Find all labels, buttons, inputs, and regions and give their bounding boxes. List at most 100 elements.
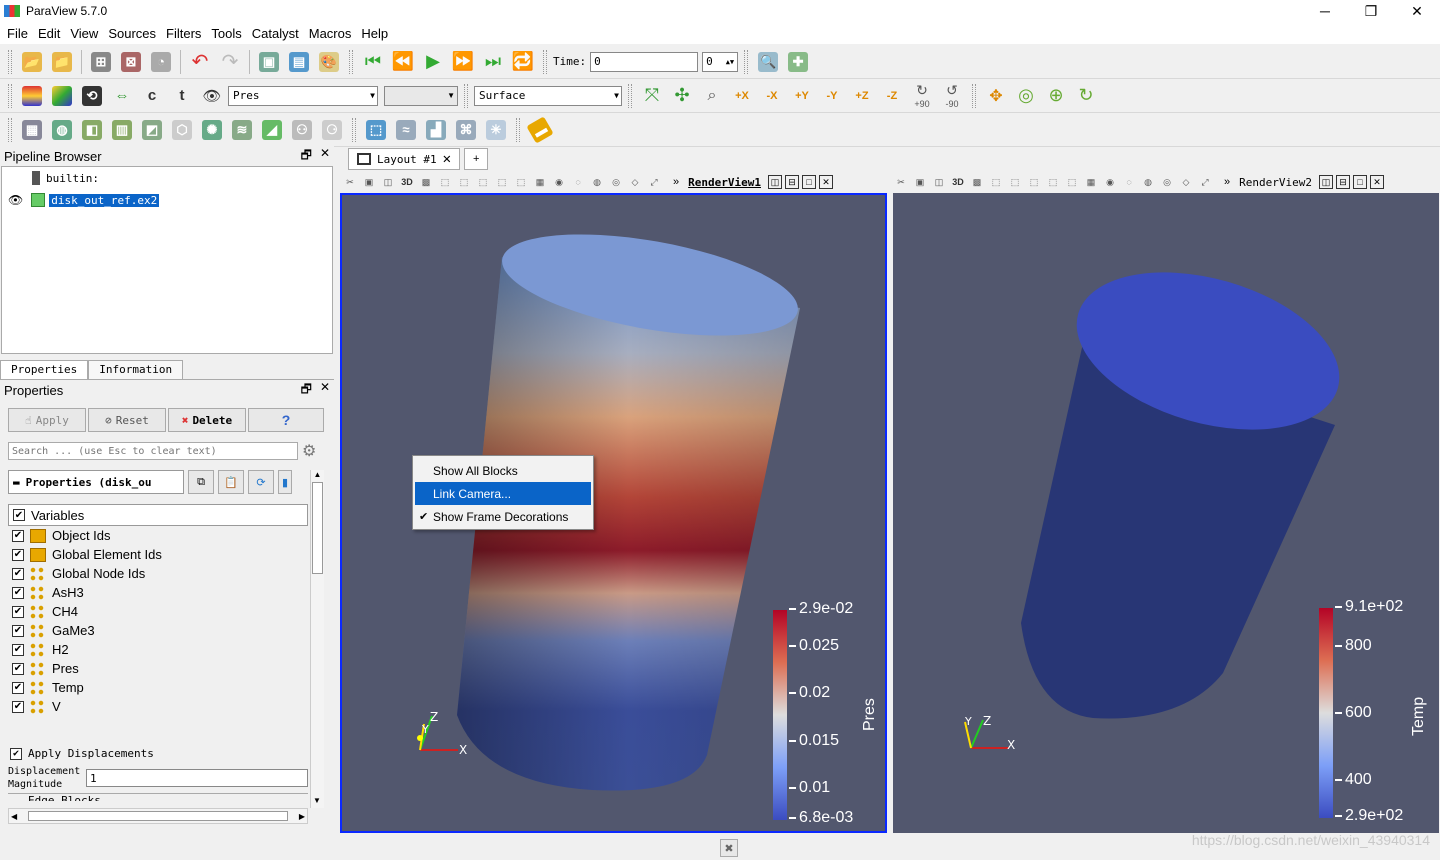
select-cells-icon[interactable]: ⬚ <box>362 116 390 144</box>
rescale-custom-icon[interactable]: ⇔ <box>108 82 136 110</box>
color-array-select[interactable]: Pres ▼ <box>228 85 378 106</box>
refresh-icon[interactable]: ⟳ <box>248 470 274 494</box>
float-icon[interactable]: 🗗 <box>301 146 312 167</box>
view-minus-z-icon[interactable]: -Z <box>878 82 906 110</box>
checkbox-icon[interactable]: ✔ <box>12 681 24 694</box>
variable-row[interactable]: ✔ H2 <box>8 640 308 659</box>
save-icon[interactable]: ▮ <box>278 470 292 494</box>
pipeline-item-source[interactable]: 👁 disk_out_ref.ex2 <box>2 189 332 211</box>
close-view-icon[interactable]: ✕ <box>818 175 833 189</box>
close-icon[interactable]: ✕ <box>320 146 330 167</box>
menu-help[interactable]: Help <box>356 26 393 41</box>
eye-icon[interactable]: 👁 <box>8 193 23 207</box>
component-select[interactable]: ▼ <box>384 85 458 106</box>
variables-header[interactable]: ✔ Variables <box>8 504 308 526</box>
palette-icon[interactable]: 🎨 <box>315 48 343 76</box>
menu-sources[interactable]: Sources <box>103 26 161 41</box>
center-axes-icon[interactable]: ✥ <box>982 82 1010 110</box>
float-icon[interactable]: 🗗 <box>301 380 312 401</box>
scroll-left-icon[interactable]: ◀ <box>11 812 17 821</box>
plot-over-line-icon[interactable]: ≈ <box>392 116 420 144</box>
disconnect-icon[interactable]: ⊠ <box>117 48 145 76</box>
property-search-input[interactable] <box>8 442 298 460</box>
select-polygon-icon[interactable]: ⬚ <box>513 175 529 189</box>
checkbox-icon[interactable]: ✔ <box>13 509 25 521</box>
variable-row[interactable]: ✔ Pres <box>8 659 308 678</box>
checkbox-icon[interactable]: ✔ <box>12 643 24 656</box>
split-horizontal-icon[interactable]: ◫ <box>767 175 782 189</box>
shrink-selection-icon[interactable]: ◎ <box>1159 175 1175 189</box>
hover-points-icon[interactable]: ◌ <box>1121 175 1137 189</box>
view-minus-x-icon[interactable]: -X <box>758 82 786 110</box>
view-plus-y-icon[interactable]: +Y <box>788 82 816 110</box>
play-icon[interactable]: ▶ <box>419 48 447 76</box>
view-minus-y-icon[interactable]: -Y <box>818 82 846 110</box>
select-polygon-icon[interactable]: ⬚ <box>1064 175 1080 189</box>
glyph-icon[interactable]: ✺ <box>198 116 226 144</box>
redo-icon[interactable]: ↷ <box>216 48 244 76</box>
interaction-icon[interactable]: ✂ <box>893 175 909 189</box>
scroll-down-icon[interactable]: ▼ <box>311 796 323 808</box>
rotate-plus-90-icon[interactable]: ↻ +90 <box>908 82 936 110</box>
properties-group-header[interactable]: ▬ Properties (disk_ou <box>8 470 184 494</box>
connect-icon[interactable]: ⊞ <box>87 48 115 76</box>
maximize-view-icon[interactable]: □ <box>1352 175 1367 189</box>
view-settings-icon[interactable]: ▩ <box>418 175 434 189</box>
checkbox-icon[interactable]: ✔ <box>12 529 24 542</box>
pipeline-tree[interactable]: builtin: 👁 disk_out_ref.ex2 <box>1 166 333 354</box>
pick-icon[interactable]: ⤢ <box>1197 175 1213 189</box>
reset-range-icon[interactable]: ⟲ <box>78 82 106 110</box>
clip-icon[interactable]: ◧ <box>78 116 106 144</box>
color-legend-icon[interactable] <box>18 82 46 110</box>
select-cells-on-icon[interactable]: ⬚ <box>437 175 453 189</box>
time-input[interactable]: 0 <box>590 51 699 72</box>
horizontal-scrollbar[interactable]: ◀ ▶ <box>8 808 308 824</box>
representation-select[interactable]: Surface ▼ <box>474 85 622 106</box>
tab-layout-1[interactable]: Layout #1 ✕ <box>348 148 461 170</box>
apply-displacements-row[interactable]: ✔ Apply Displacements <box>8 744 308 763</box>
python-calculator-icon[interactable]: ⌘ <box>452 116 480 144</box>
stream-tracer-icon[interactable]: ≋ <box>228 116 256 144</box>
checkbox-icon[interactable]: ✔ <box>10 747 22 760</box>
view-settings-icon[interactable]: ▩ <box>969 175 985 189</box>
close-icon[interactable]: ✕ <box>320 380 330 401</box>
group-datasets-icon[interactable]: ⚇ <box>288 116 316 144</box>
reset-closest-icon[interactable]: ✣ <box>668 82 696 110</box>
variable-row[interactable]: ✔ GaMe3 <box>8 621 308 640</box>
close-tab-icon[interactable]: ✕ <box>443 151 451 167</box>
reset-center-icon[interactable]: ⊕ <box>1042 82 1070 110</box>
open-file-icon[interactable]: 📂 <box>18 48 46 76</box>
first-frame-icon[interactable]: ⏮ <box>359 48 387 76</box>
slice-icon[interactable]: ▥ <box>108 116 136 144</box>
maximize-view-icon[interactable]: □ <box>801 175 816 189</box>
menu-filters[interactable]: Filters <box>161 26 206 41</box>
double-chevron-icon[interactable]: » <box>1224 176 1230 188</box>
vertical-scrollbar[interactable]: ▲ ▼ <box>310 470 324 808</box>
close-button[interactable]: ✕ <box>1394 0 1440 22</box>
select-points-through-icon[interactable]: ⬚ <box>494 175 510 189</box>
checkbox-icon[interactable]: ✔ <box>12 624 24 637</box>
extract-level-icon[interactable]: ⚆ <box>318 116 346 144</box>
capture-icon[interactable]: ▣ <box>912 175 928 189</box>
axes-grid-icon[interactable]: ✳ <box>482 116 510 144</box>
variable-row[interactable]: ✔ AsH3 <box>8 583 308 602</box>
select-points-on-icon[interactable]: ⬚ <box>456 175 472 189</box>
apply-button[interactable]: ☝ Apply <box>8 408 86 432</box>
paste-icon[interactable]: 📋 <box>218 470 244 494</box>
gear-icon[interactable]: ⚙ <box>302 441 316 461</box>
h-scroll-thumb[interactable] <box>28 811 288 821</box>
rescale-custom-c-icon[interactable]: c <box>138 82 166 110</box>
variable-row[interactable]: ✔ Object Ids <box>8 526 308 545</box>
clear-selection-icon[interactable]: ◇ <box>627 175 643 189</box>
find-data-icon[interactable]: 🔍 <box>754 48 782 76</box>
hover-points-icon[interactable]: ◌ <box>570 175 586 189</box>
scroll-right-icon[interactable]: ▶ <box>299 812 305 821</box>
variable-row[interactable]: ✔ Global Element Ids <box>8 545 308 564</box>
clear-selection-icon[interactable]: ◇ <box>1178 175 1194 189</box>
histogram-icon[interactable]: ▟ <box>422 116 450 144</box>
ruler-icon[interactable]: ▬ <box>526 115 554 144</box>
view-plus-x-icon[interactable]: +X <box>728 82 756 110</box>
rescale-visible-icon[interactable]: 👁 <box>198 82 226 110</box>
tab-information[interactable]: Information <box>88 360 184 379</box>
edit-colormap-icon[interactable] <box>48 82 76 110</box>
